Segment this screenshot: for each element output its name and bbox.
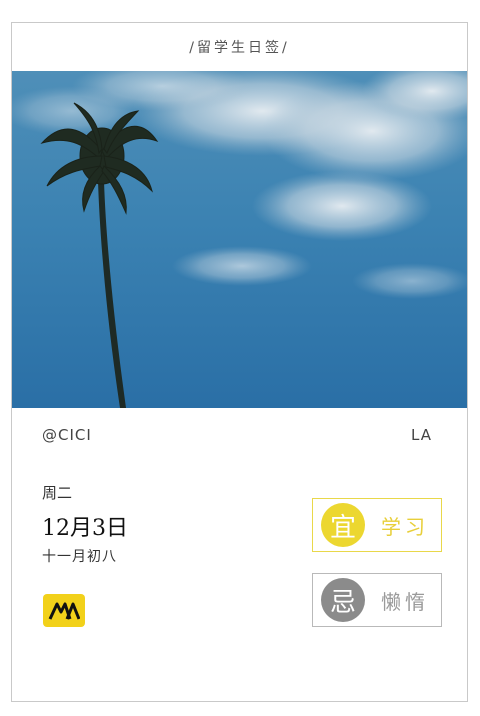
- author-handle: @CICI: [42, 426, 92, 444]
- avoid-badge: 忌: [321, 578, 365, 622]
- lunar-date: 十一月初八: [42, 549, 117, 565]
- avoid-text: 懒惰: [381, 589, 429, 614]
- ma-logo: [43, 594, 85, 627]
- gregorian-date: 12月3日: [42, 516, 128, 541]
- advice-avoid: 忌 懒惰: [312, 573, 442, 627]
- weekday-label: 周二: [42, 484, 73, 502]
- ma-logo-icon: [48, 602, 80, 620]
- suitable-text: 学习: [381, 514, 429, 539]
- daily-card: /留学生日签/ @CICI LA 周二 12月3日 十一月初八 宜 学习 忌 懒…: [11, 22, 468, 702]
- sky-palm-photo: [12, 71, 467, 408]
- card-header: /留学生日签/: [12, 23, 467, 71]
- header-title: /留学生日签/: [189, 40, 290, 56]
- suitable-badge: 宜: [321, 503, 365, 547]
- location-label: LA: [411, 426, 432, 444]
- meta-row: @CICI LA: [42, 426, 432, 444]
- advice-suitable: 宜 学习: [312, 498, 442, 552]
